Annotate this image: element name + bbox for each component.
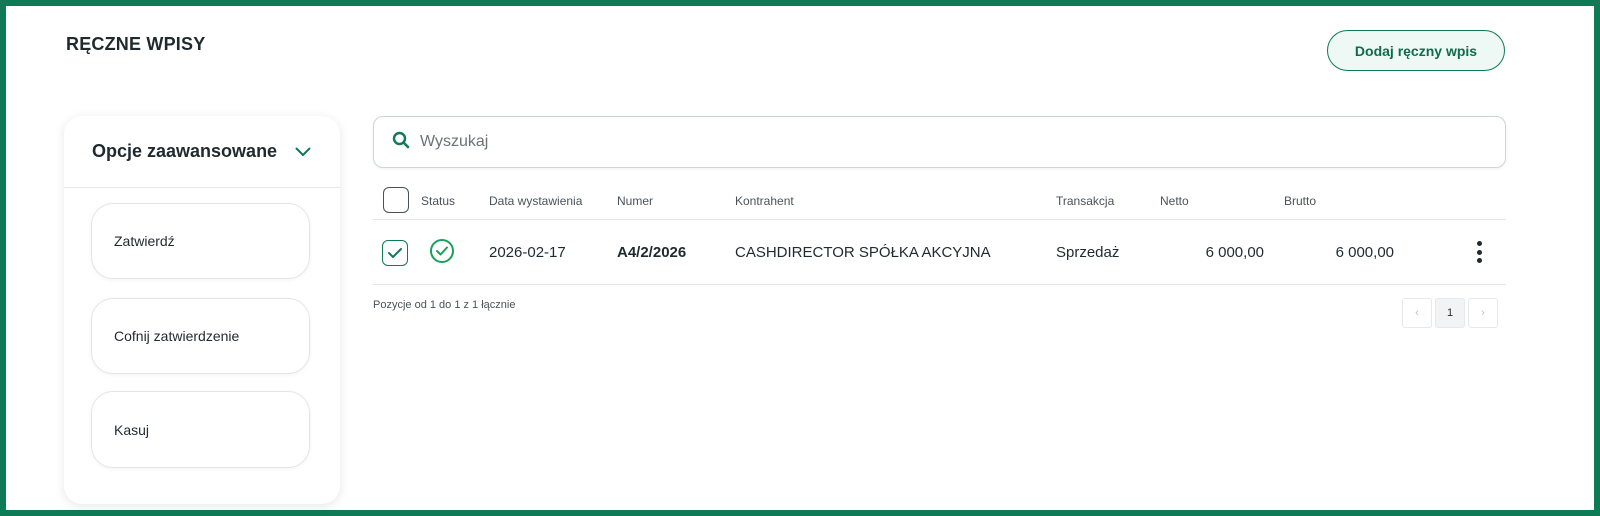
page-title: RĘCZNE WPISY	[66, 34, 206, 54]
app-frame: RĘCZNE WPISY Dodaj ręczny wpis Opcje zaa…	[0, 0, 1600, 516]
pagination-next-button[interactable]: ›	[1468, 298, 1498, 328]
search-icon	[392, 131, 410, 154]
more-vertical-icon[interactable]	[1473, 239, 1485, 265]
approve-button[interactable]: Zatwierdź	[91, 203, 310, 279]
pagination-summary: Pozycje od 1 do 1 z 1 łącznie	[373, 299, 516, 311]
select-all-checkbox[interactable]	[383, 187, 409, 213]
chevron-down-icon	[295, 144, 311, 162]
pagination-page-1[interactable]: 1	[1435, 298, 1465, 328]
add-manual-entry-button[interactable]: Dodaj ręczny wpis	[1327, 30, 1505, 71]
row-contractor: CASHDIRECTOR SPÓŁKA AKCYJNA	[735, 244, 991, 261]
row-checkbox[interactable]	[382, 240, 408, 266]
row-gross: 6 000,00	[1335, 244, 1394, 261]
column-net[interactable]: Netto	[1160, 194, 1189, 208]
column-date[interactable]: Data wystawienia	[489, 194, 582, 208]
row-number[interactable]: A4/2/2026	[617, 244, 686, 261]
row-transaction: Sprzedaż	[1056, 244, 1120, 261]
checkmark-icon	[388, 248, 402, 258]
column-transaction[interactable]: Transakcja	[1056, 194, 1114, 208]
advanced-options-toggle[interactable]: Opcje zaawansowane	[64, 116, 340, 188]
row-date: 2026-02-17	[489, 244, 566, 261]
pagination: ‹ 1 ›	[1402, 298, 1498, 328]
row-net: 6 000,00	[1205, 244, 1264, 261]
column-number[interactable]: Numer	[617, 194, 653, 208]
advanced-options-label: Opcje zaawansowane	[92, 141, 278, 161]
search-bar	[373, 116, 1506, 168]
search-input[interactable]	[420, 133, 1420, 151]
column-contractor[interactable]: Kontrahent	[735, 194, 794, 208]
column-status[interactable]: Status	[421, 194, 455, 208]
table-header: Status Data wystawienia Numer Kontrahent…	[373, 184, 1506, 220]
delete-button[interactable]: Kasuj	[91, 391, 310, 468]
table-row[interactable]: 2026-02-17 A4/2/2026 CASHDIRECTOR SPÓŁKA…	[373, 221, 1506, 285]
pagination-prev-button[interactable]: ‹	[1402, 298, 1432, 328]
undo-approval-button[interactable]: Cofnij zatwierdzenie	[91, 298, 310, 374]
advanced-options-panel: Opcje zaawansowane Zatwierdź Cofnij zatw…	[64, 116, 340, 504]
check-circle-icon	[429, 238, 455, 269]
column-gross[interactable]: Brutto	[1284, 194, 1316, 208]
